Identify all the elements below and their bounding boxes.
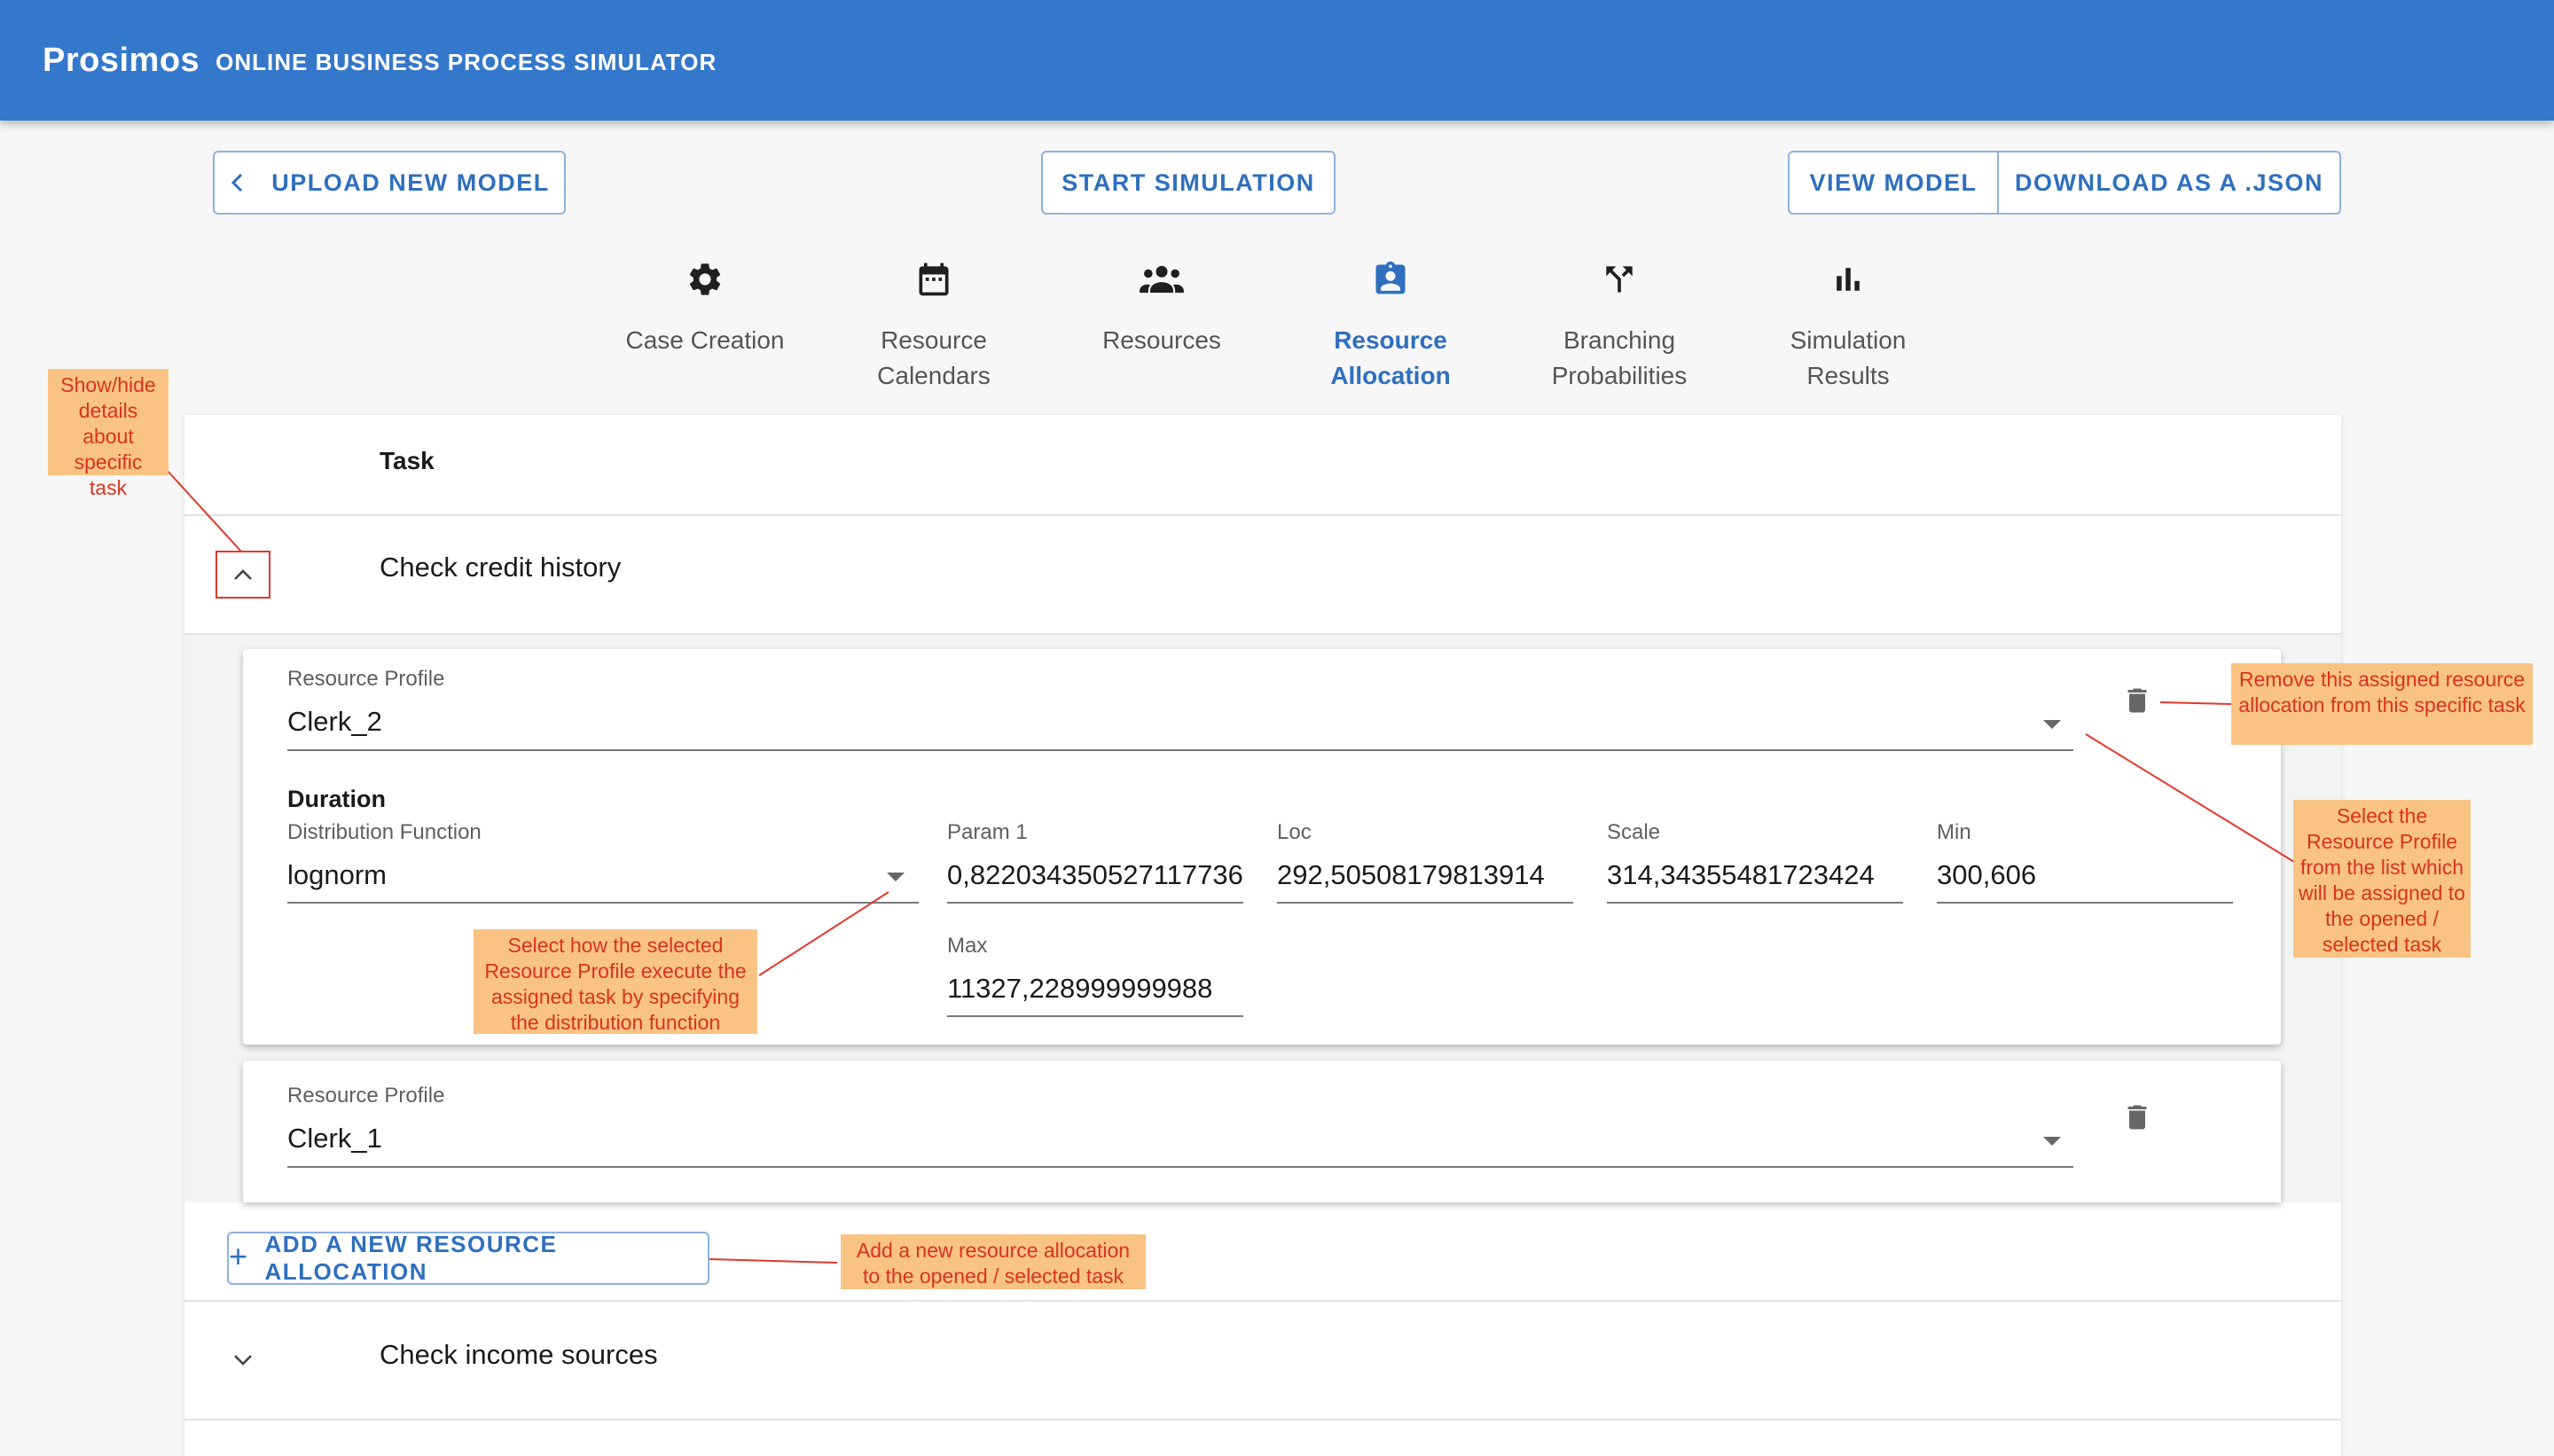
download-json-button[interactable]: DOWNLOAD AS A .JSON <box>1999 153 2339 213</box>
step-resources[interactable]: Resources <box>1064 257 1259 358</box>
loc-input[interactable]: 292,50508179813914 <box>1277 859 1573 891</box>
upload-new-model-label: UPLOAD NEW MODEL <box>271 168 550 196</box>
step-label: Simulation Results <box>1790 326 1907 389</box>
dropdown-arrow-icon[interactable] <box>2043 1137 2061 1146</box>
delete-allocation-icon[interactable] <box>2121 683 2153 718</box>
view-model-button[interactable]: VIEW MODEL <box>1790 153 1999 213</box>
step-resource-calendars[interactable]: Resource Calendars <box>836 257 1031 394</box>
dropdown-arrow-icon[interactable] <box>887 873 905 881</box>
expand-task-button[interactable] <box>216 1337 270 1383</box>
field-underline <box>287 1166 2073 1168</box>
min-input[interactable]: 300,606 <box>1937 859 2233 891</box>
annotation-select-profile: Select the Resource Profile from the lis… <box>2293 800 2471 958</box>
resource-profile-select[interactable]: Clerk_2 <box>287 706 1174 738</box>
distribution-function-select[interactable]: lognorm <box>287 859 873 891</box>
resource-profile-label: Resource Profile <box>287 1084 445 1108</box>
download-json-label: DOWNLOAD AS A .JSON <box>2014 168 2323 196</box>
gear-icon <box>689 263 721 295</box>
step-label: Resource Allocation <box>1330 326 1451 389</box>
fork-arrows-icon <box>1606 266 1633 293</box>
app-name: Prosimos <box>43 41 200 79</box>
view-model-label: VIEW MODEL <box>1809 168 1978 196</box>
field-underline <box>287 749 2073 751</box>
collapse-task-button[interactable] <box>216 552 270 598</box>
field-underline <box>947 1015 1243 1017</box>
group-icon <box>1140 265 1184 294</box>
param1-input[interactable]: 0,822034350527117736 <box>947 859 1243 891</box>
add-resource-allocation-label: ADD A NEW RESOURCE ALLOCATION <box>264 1231 558 1285</box>
step-label: Resources <box>1102 326 1221 354</box>
bar-chart-icon <box>1837 268 1860 291</box>
field-underline <box>1937 902 2233 904</box>
max-label: Max <box>947 934 988 958</box>
max-input[interactable]: 11327,228999999988 <box>947 973 1243 1005</box>
step-case-creation[interactable]: Case Creation <box>607 257 803 358</box>
assignment-ind-icon <box>1375 261 1406 294</box>
task-name[interactable]: Check income sources <box>380 1339 658 1371</box>
chevron-down-icon <box>234 1355 252 1366</box>
delete-allocation-icon[interactable] <box>2121 1100 2153 1135</box>
min-label: Min <box>1937 820 1971 844</box>
task-column-header: Task <box>380 447 435 474</box>
annotation-distribution: Select how the selected Resource Profile… <box>474 929 757 1034</box>
annotation-add: Add a new resource allocation to the ope… <box>841 1234 1146 1289</box>
step-simulation-results[interactable]: Simulation Results <box>1751 257 1946 394</box>
divider <box>184 1300 2341 1302</box>
loc-label: Loc <box>1277 820 1312 844</box>
field-underline <box>1607 902 1903 904</box>
chevron-left-icon <box>231 174 243 192</box>
distribution-function-label: Distribution Function <box>287 820 482 844</box>
dropdown-arrow-icon[interactable] <box>2043 720 2061 729</box>
start-simulation-label: START SIMULATION <box>1062 168 1315 196</box>
task-name[interactable]: Check credit history <box>380 552 621 583</box>
divider <box>184 514 2341 516</box>
chevron-up-icon <box>234 569 252 580</box>
resource-profile-label: Resource Profile <box>287 667 445 691</box>
param1-label: Param 1 <box>947 820 1028 844</box>
calendar-icon <box>919 262 949 296</box>
plus-icon: + <box>229 1238 249 1274</box>
annotation-toggle: Show/hide details about specific task <box>48 369 168 499</box>
resource-profile-select[interactable]: Clerk_1 <box>287 1123 1174 1155</box>
step-label: Resource Calendars <box>877 326 991 389</box>
upload-new-model-button[interactable]: UPLOAD NEW MODEL <box>213 151 566 215</box>
add-resource-allocation-button[interactable]: + ADD A NEW RESOURCE ALLOCATION <box>227 1231 709 1285</box>
annotation-remove: Remove this assigned resource allocation… <box>2231 663 2533 745</box>
scale-label: Scale <box>1607 820 1661 844</box>
field-underline <box>287 902 919 904</box>
divider <box>184 1419 2341 1421</box>
step-resource-allocation[interactable]: Resource Allocation <box>1293 257 1488 394</box>
step-label: Case Creation <box>625 326 785 354</box>
step-branching-probabilities[interactable]: Branching Probabilities <box>1522 257 1717 394</box>
step-label: Branching Probabilities <box>1551 326 1688 389</box>
start-simulation-button[interactable]: START SIMULATION <box>1041 151 1336 215</box>
model-actions-group: VIEW MODEL DOWNLOAD AS A .JSON <box>1788 151 2341 215</box>
field-underline <box>1277 902 1573 904</box>
app-subtitle: ONLINE BUSINESS PROCESS SIMULATOR <box>215 48 717 75</box>
app-bar: Prosimos ONLINE BUSINESS PROCESS SIMULAT… <box>0 0 2554 121</box>
field-underline <box>947 902 1243 904</box>
duration-label: Duration <box>287 786 386 812</box>
scale-input[interactable]: 314,34355481723424 <box>1607 859 1903 891</box>
